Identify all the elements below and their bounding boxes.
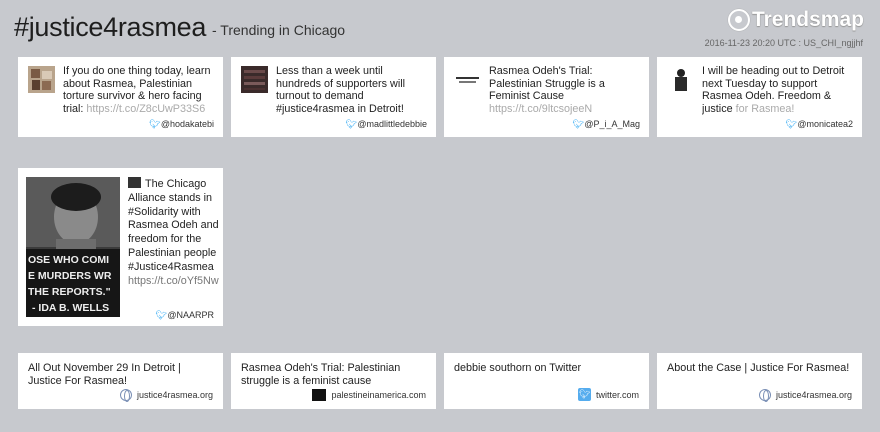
tweet-text: Less than a week until hundreds of suppo…: [276, 65, 428, 115]
link-card[interactable]: Rasmea Odeh's Trial: Palestinian struggl…: [231, 353, 436, 409]
tweet-text: The Chicago Alliance stands in #Solidari…: [128, 177, 219, 288]
link-title[interactable]: All Out November 29 In Detroit | Justice…: [28, 362, 213, 388]
tweet-author[interactable]: 🐦︎ @P_i_A_Mag: [572, 119, 640, 129]
tweet-author[interactable]: 🐦︎ @monicatea2: [785, 119, 853, 129]
tweet-author[interactable]: 🐦︎ @hodakatebi: [149, 119, 214, 129]
brand-name: Trendsmap: [751, 8, 864, 31]
tweet-link[interactable]: https://t.co/Z8cUwP33S6: [86, 103, 205, 115]
tweet-body: The Chicago Alliance stands in #Solidari…: [128, 178, 219, 273]
link-card[interactable]: About the Case | Justice For Rasmea! jus…: [657, 353, 862, 409]
link-title[interactable]: About the Case | Justice For Rasmea!: [667, 362, 852, 375]
timestamp-meta: 2016-11-23 20:20 UTC : US_CHI_ngjjhf: [704, 38, 863, 48]
tweet-body: Rasmea Odeh's Trial: Palestinian Struggl…: [489, 65, 605, 103]
twitter-bird-icon: 🐦︎: [155, 310, 167, 320]
link-source[interactable]: justice4rasmea.org: [758, 389, 852, 402]
trendsmap-logo-icon: [727, 9, 750, 31]
tweet-link[interactable]: https://t.co/oYf5Nw: [128, 275, 219, 287]
twitter-bird-icon: 🐦︎: [785, 119, 797, 129]
avatar[interactable]: [28, 66, 55, 93]
link-domain[interactable]: twitter.com: [596, 390, 639, 400]
tweet-text: I will be heading out to Detroit next Tu…: [702, 65, 854, 115]
site-logo-icon: [312, 389, 327, 401]
tweet-link[interactable]: https://t.co/9ltcsojeeN: [489, 103, 592, 115]
twitter-icon: 🐦︎: [577, 388, 591, 401]
tweet-card[interactable]: I will be heading out to Detroit next Tu…: [657, 57, 862, 137]
tweet-username[interactable]: @monicatea2: [797, 119, 853, 129]
svg-text:- IDA B. WELLS: - IDA B. WELLS: [32, 302, 109, 314]
link-card[interactable]: All Out November 29 In Detroit | Justice…: [18, 353, 223, 409]
trendsmap-logo[interactable]: Trendsmap: [727, 8, 864, 32]
avatar[interactable]: [241, 66, 268, 93]
svg-text:E MURDERS WR: E MURDERS WR: [28, 270, 112, 282]
tweet-username[interactable]: @NAARPR: [167, 310, 214, 320]
link-domain[interactable]: palestineinamerica.com: [331, 390, 426, 400]
tweet-card[interactable]: Rasmea Odeh's Trial: Palestinian Struggl…: [444, 57, 649, 137]
featured-tweet-card[interactable]: OSE WHO COMI E MURDERS WR THE REPORTS." …: [18, 168, 223, 326]
tweet-body: Less than a week until hundreds of suppo…: [276, 65, 406, 115]
link-card[interactable]: debbie southorn on Twitter 🐦︎ twitter.co…: [444, 353, 649, 409]
tweet-image[interactable]: OSE WHO COMI E MURDERS WR THE REPORTS." …: [26, 177, 120, 317]
svg-text:THE REPORTS.": THE REPORTS.": [28, 286, 111, 298]
tweet-text: If you do one thing today, learn about R…: [63, 65, 215, 115]
globe-icon: [119, 389, 132, 402]
tweet-username[interactable]: @P_i_A_Mag: [584, 119, 640, 129]
globe-icon: [758, 389, 771, 402]
tweet-link[interactable]: for Rasmea!: [736, 103, 795, 115]
twitter-bird-icon: 🐦︎: [148, 119, 161, 129]
twitter-bird-icon: 🐦︎: [572, 119, 584, 129]
page-title[interactable]: #justice4rasmea: [14, 12, 206, 43]
link-source[interactable]: palestineinamerica.com: [312, 389, 426, 401]
twitter-bird-icon: 🐦︎: [345, 119, 357, 129]
svg-text:OSE WHO COMI: OSE WHO COMI: [28, 254, 109, 266]
avatar[interactable]: [454, 66, 481, 93]
avatar[interactable]: [667, 66, 694, 93]
link-title[interactable]: Rasmea Odeh's Trial: Palestinian struggl…: [241, 362, 426, 388]
link-source[interactable]: 🐦︎ twitter.com: [577, 388, 639, 401]
tweet-username[interactable]: @hodakatebi: [161, 119, 214, 129]
avatar-small-icon[interactable]: [128, 177, 141, 188]
page-subtitle: - Trending in Chicago: [212, 22, 346, 38]
tweet-card[interactable]: Less than a week until hundreds of suppo…: [231, 57, 436, 137]
tweet-text: Rasmea Odeh's Trial: Palestinian Struggl…: [489, 65, 641, 115]
link-domain[interactable]: justice4rasmea.org: [776, 390, 852, 400]
tweet-card[interactable]: If you do one thing today, learn about R…: [18, 57, 223, 137]
link-title[interactable]: debbie southorn on Twitter: [454, 362, 639, 375]
link-source[interactable]: justice4rasmea.org: [119, 389, 213, 402]
link-domain[interactable]: justice4rasmea.org: [137, 390, 213, 400]
tweet-author[interactable]: 🐦︎ @NAARPR: [155, 310, 214, 320]
tweet-author[interactable]: 🐦︎ @madlittledebbie: [345, 119, 427, 129]
tweet-username[interactable]: @madlittledebbie: [357, 119, 427, 129]
